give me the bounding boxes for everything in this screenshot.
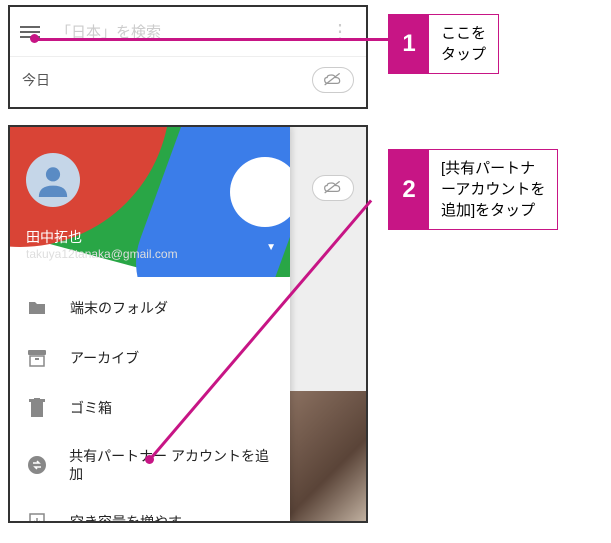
swap-icon	[26, 454, 47, 476]
user-email: takuya12tanaka@gmail.com	[26, 247, 178, 261]
menu-label: ゴミ箱	[70, 399, 112, 417]
search-bar: 「日本」を検索 ⋮	[10, 7, 366, 57]
archive-icon	[26, 347, 48, 369]
menu-label: 共有パートナー アカウントを追加	[69, 447, 274, 483]
screenshot-2: 田中拓也 takuya12tanaka@gmail.com ▼ 端末のフォルダ …	[8, 125, 368, 523]
callout-2: 2 [共有パートナ ーアカウントを 追加]をタップ	[388, 149, 558, 230]
drawer-header: 田中拓也 takuya12tanaka@gmail.com ▼	[10, 127, 290, 277]
today-label: 今日	[22, 70, 50, 90]
menu-label: 端末のフォルダ	[70, 299, 168, 317]
screenshot-1: 「日本」を検索 ⋮ 今日	[8, 5, 368, 109]
trash-icon	[26, 397, 48, 419]
menu-item-trash[interactable]: ゴミ箱	[10, 383, 290, 433]
chevron-down-icon[interactable]: ▼	[266, 242, 276, 253]
menu-item-device-folders[interactable]: 端末のフォルダ	[10, 283, 290, 333]
menu-list: 端末のフォルダ アーカイブ ゴミ箱	[10, 277, 290, 523]
callout-1: 1 ここを タップ	[388, 14, 499, 74]
callout-text: [共有パートナ ーアカウントを 追加]をタップ	[429, 150, 557, 229]
folder-icon	[26, 297, 48, 319]
avatar[interactable]	[26, 153, 80, 207]
storage-icon	[26, 511, 48, 523]
callout-dot-2	[145, 455, 154, 464]
callout-number: 2	[389, 150, 429, 229]
callout-number: 1	[389, 15, 429, 73]
callout-line-1	[34, 38, 390, 41]
menu-item-free-storage[interactable]: 空き容量を増やす	[10, 497, 290, 523]
callout-text: ここを タップ	[429, 15, 498, 73]
menu-item-add-partner[interactable]: 共有パートナー アカウントを追加	[10, 433, 290, 497]
user-name: 田中拓也	[26, 227, 82, 247]
cloud-off-icon[interactable]	[312, 67, 354, 93]
menu-label: 空き容量を増やす	[70, 513, 182, 523]
menu-label: アーカイブ	[70, 349, 139, 367]
cloud-off-icon[interactable]	[312, 175, 354, 201]
person-icon	[36, 163, 70, 197]
cloud-slash-icon	[323, 73, 343, 87]
background-content	[286, 127, 366, 521]
date-row: 今日	[10, 57, 366, 107]
callout-dot-1	[30, 34, 39, 43]
photo-thumbnail[interactable]	[290, 391, 366, 521]
